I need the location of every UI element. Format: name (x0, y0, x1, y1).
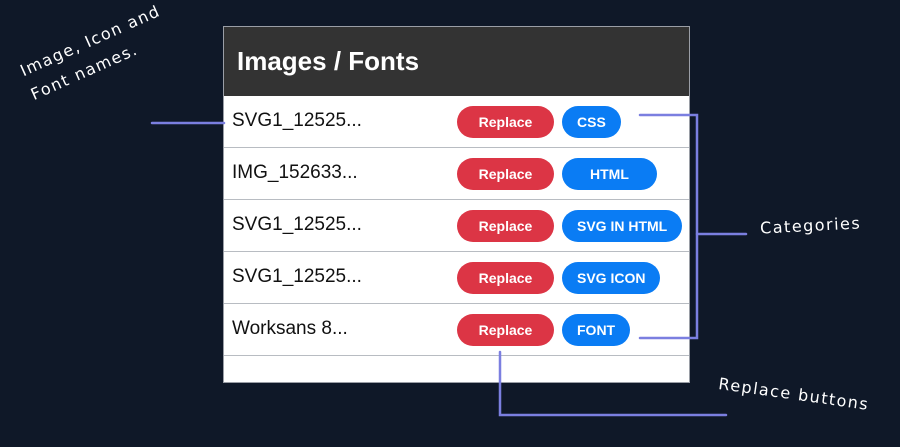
categories-bracket (638, 113, 699, 340)
replace-pointer-line (498, 350, 728, 417)
